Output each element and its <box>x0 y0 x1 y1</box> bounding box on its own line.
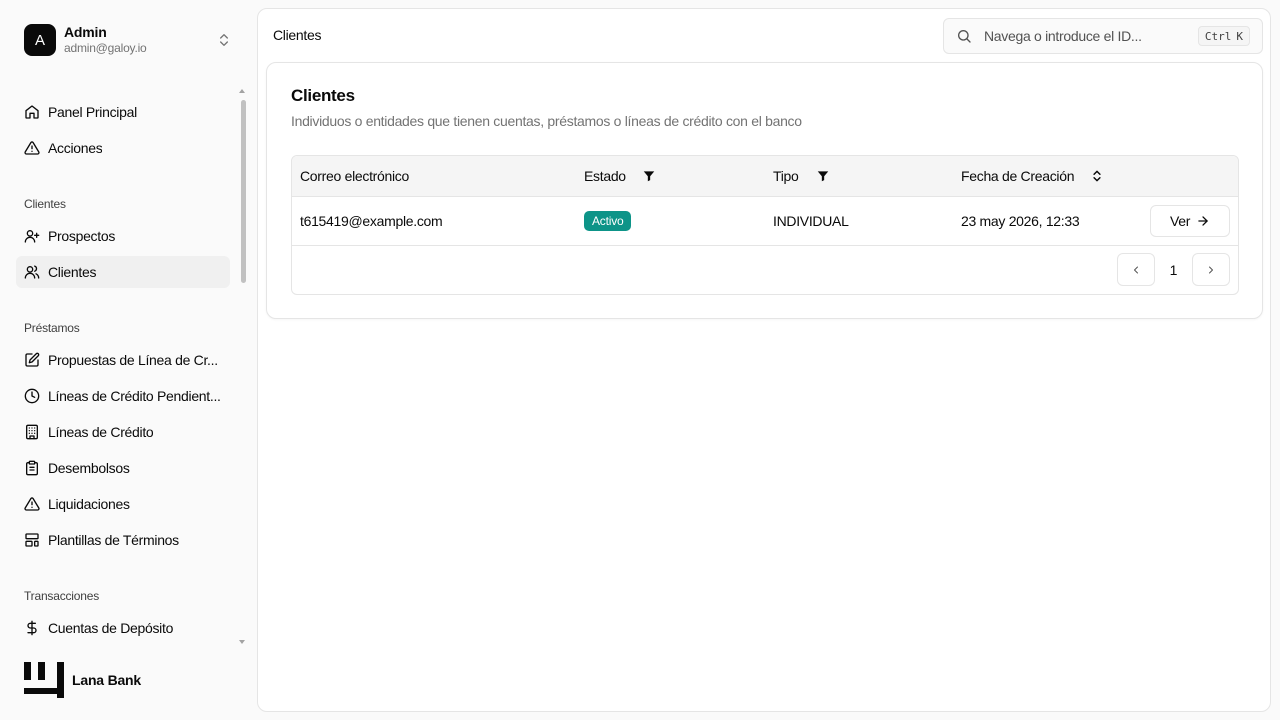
arrow-right-icon <box>1198 216 1208 226</box>
filter-icon[interactable] <box>816 169 830 183</box>
brand-name: Lana Bank <box>72 672 141 688</box>
table-row[interactable]: t615419@example.com Activo INDIVIDUAL 23… <box>292 197 1238 246</box>
warning-icon <box>24 141 40 155</box>
sidebar-item-panel-principal[interactable]: Panel Principal <box>16 96 230 128</box>
nav-group-clientes: Clientes <box>24 197 66 211</box>
chevrons-up-down-icon <box>220 34 228 46</box>
sidebar-item-clientes[interactable]: Clientes <box>16 256 230 288</box>
sidebar-item-lineas-credito[interactable]: Líneas de Crédito <box>16 416 230 448</box>
cell-created: 23 may 2026, 12:33 <box>961 213 1080 229</box>
sidebar-item-label: Clientes <box>48 264 97 280</box>
sidebar-item-label: Desembolsos <box>48 460 130 476</box>
clipboard-icon <box>26 460 38 476</box>
sidebar-item-lineas-pendientes[interactable]: Líneas de Crédito Pendient... <box>16 380 230 412</box>
dollar-icon <box>27 620 37 636</box>
search-icon <box>958 30 971 43</box>
sidebar: A Admin admin@galoy.io Panel Principal A… <box>0 0 256 720</box>
clock-icon <box>24 388 40 404</box>
building-icon <box>26 424 38 440</box>
sidebar-item-label: Líneas de Crédito Pendient... <box>48 388 221 404</box>
sidebar-item-cuentas-deposito[interactable]: Cuentas de Depósito <box>16 612 230 644</box>
search-bar[interactable]: Ctrl K <box>943 18 1263 54</box>
main-panel: Clientes Ctrl K Clientes Individuos o en… <box>257 8 1271 712</box>
chevron-left-icon <box>1134 266 1138 273</box>
user-email: admin@galoy.io <box>64 41 147 56</box>
current-page[interactable]: 1 <box>1155 262 1192 278</box>
nav-group-prestamos: Préstamos <box>24 321 80 335</box>
next-page-button[interactable] <box>1192 253 1230 286</box>
card-description: Individuos o entidades que tienen cuenta… <box>291 113 802 129</box>
cell-status: Activo <box>584 197 632 245</box>
customers-table: Correo electrónico Estado Tipo Fecha de … <box>291 155 1239 295</box>
filter-icon[interactable] <box>642 169 656 183</box>
avatar: A <box>24 24 56 56</box>
sidebar-item-label: Plantillas de Términos <box>48 532 179 548</box>
users-icon <box>24 265 40 279</box>
user-menu[interactable]: A Admin admin@galoy.io <box>16 16 240 64</box>
search-shortcut: Ctrl K <box>1197 26 1250 46</box>
column-header-tipo: Tipo <box>773 156 830 196</box>
chevron-right-icon <box>1209 266 1213 273</box>
file-edit-icon <box>25 352 40 367</box>
sidebar-item-label: Propuestas de Línea de Cr... <box>48 352 218 368</box>
sidebar-item-label: Panel Principal <box>48 104 137 120</box>
search-input[interactable] <box>984 28 1198 44</box>
layout-template-icon <box>25 533 39 547</box>
sidebar-item-label: Cuentas de Depósito <box>48 620 174 636</box>
sidebar-item-prospectos[interactable]: Prospectos <box>16 220 230 252</box>
user-plus-icon <box>24 230 40 243</box>
warning-icon <box>24 497 40 511</box>
sidebar-item-label: Acciones <box>48 140 103 156</box>
pagination: 1 <box>1117 253 1230 286</box>
previous-page-button[interactable] <box>1117 253 1155 286</box>
column-header-email: Correo electrónico <box>300 168 409 184</box>
column-header-fecha: Fecha de Creación <box>961 156 1104 196</box>
cell-type: INDIVIDUAL <box>773 213 849 229</box>
sidebar-nav: Panel Principal Acciones Clientes Prospe… <box>0 88 248 648</box>
status-badge: Activo <box>584 211 632 231</box>
user-name: Admin <box>64 24 107 41</box>
sidebar-item-label: Líneas de Crédito <box>48 424 154 440</box>
lana-bank-logo <box>24 662 64 698</box>
view-customer-button[interactable]: Ver <box>1150 205 1230 237</box>
nav-group-transacciones: Transacciones <box>24 589 99 603</box>
sidebar-item-liquidaciones[interactable]: Liquidaciones <box>16 488 230 520</box>
page-breadcrumb: Clientes <box>273 27 322 43</box>
card-title: Clientes <box>291 86 355 105</box>
shortcut-key: K <box>1236 29 1243 43</box>
home-icon <box>25 105 39 119</box>
column-header-estado: Estado <box>584 156 656 196</box>
shortcut-ctrl: Ctrl <box>1204 29 1232 43</box>
table-header: Correo electrónico Estado Tipo Fecha de … <box>292 156 1238 197</box>
cell-email: t615419@example.com <box>300 213 443 229</box>
sidebar-item-acciones[interactable]: Acciones <box>16 132 230 164</box>
customers-card: Clientes Individuos o entidades que tien… <box>266 62 1263 319</box>
sidebar-item-label: Prospectos <box>48 228 116 244</box>
sidebar-item-plantillas[interactable]: Plantillas de Términos <box>16 524 230 556</box>
sort-icon[interactable] <box>1090 169 1104 183</box>
brand: Lana Bank <box>24 662 141 698</box>
sidebar-item-propuestas[interactable]: Propuestas de Línea de Cr... <box>16 344 230 376</box>
sidebar-item-label: Liquidaciones <box>48 496 130 512</box>
view-button-label: Ver <box>1169 213 1191 229</box>
sidebar-item-desembolsos[interactable]: Desembolsos <box>16 452 230 484</box>
